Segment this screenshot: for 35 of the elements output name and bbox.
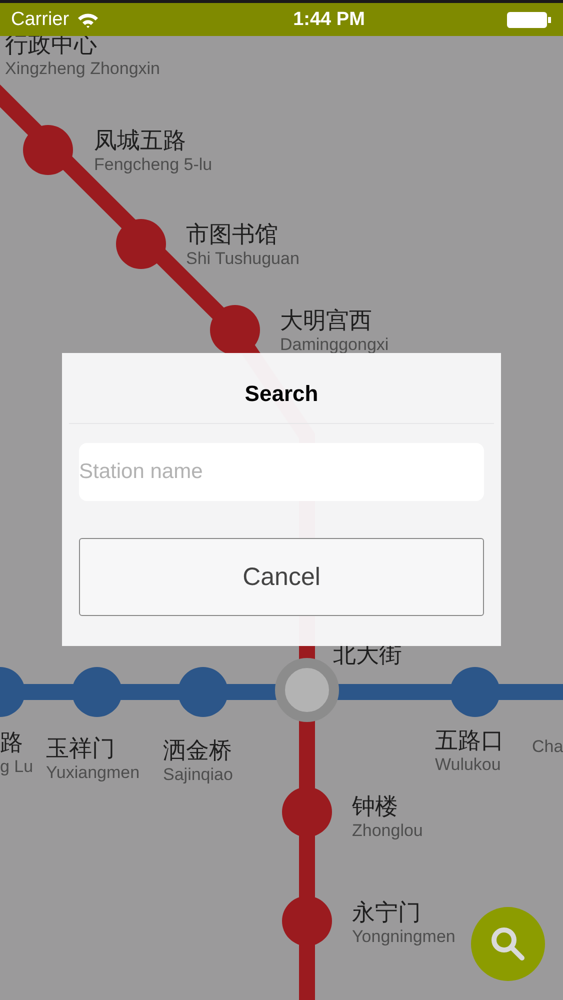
station-latin-name: g Lu bbox=[0, 756, 34, 778]
station-dot[interactable] bbox=[282, 787, 332, 837]
station-dot[interactable] bbox=[282, 896, 332, 946]
station-latin-name: Cha bbox=[532, 736, 563, 758]
station-latin-name: Daminggongxi bbox=[280, 334, 389, 356]
station-latin-name: Yongningmen bbox=[352, 926, 456, 948]
battery-icon bbox=[507, 12, 551, 28]
search-field[interactable]: Station name bbox=[79, 443, 484, 501]
station-name: 永宁门 bbox=[352, 898, 422, 926]
station-latin-name: Yuxiangmen bbox=[46, 762, 140, 784]
dialog-title: Search bbox=[244, 381, 318, 407]
station-dot[interactable] bbox=[178, 667, 228, 717]
station-name: 玉祥门 bbox=[46, 734, 116, 762]
station-latin-name: Shi Tushuguan bbox=[186, 248, 300, 270]
station-name: 大明宫西 bbox=[280, 306, 373, 334]
wifi-icon bbox=[77, 12, 100, 28]
cancel-button[interactable]: Cancel bbox=[79, 538, 484, 616]
station-latin-name: Zhonglou bbox=[352, 820, 423, 842]
station-dot[interactable] bbox=[450, 667, 500, 717]
station-name: 钟楼 bbox=[352, 792, 399, 820]
station-latin-name: Sajinqiao bbox=[163, 764, 233, 786]
status-time: 1:44 PM bbox=[293, 8, 365, 30]
carrier-label: Carrier bbox=[11, 8, 70, 30]
station-name: 洒金桥 bbox=[163, 736, 233, 764]
station-name: 凤城五路 bbox=[94, 126, 187, 154]
station-dot[interactable] bbox=[116, 219, 166, 269]
station-dot[interactable] bbox=[210, 305, 260, 355]
station-latin-name: Fengcheng 5-lu bbox=[94, 154, 212, 176]
station-name: 五路口 bbox=[435, 726, 504, 754]
station-latin-name: Wulukou bbox=[435, 754, 502, 776]
station-dot[interactable] bbox=[23, 125, 73, 175]
station-name: 市图书馆 bbox=[186, 220, 279, 248]
station-name: 路 bbox=[0, 728, 24, 756]
station-latin-name: Xingzheng Zhongxin bbox=[5, 58, 160, 80]
station-dot[interactable] bbox=[72, 667, 122, 717]
